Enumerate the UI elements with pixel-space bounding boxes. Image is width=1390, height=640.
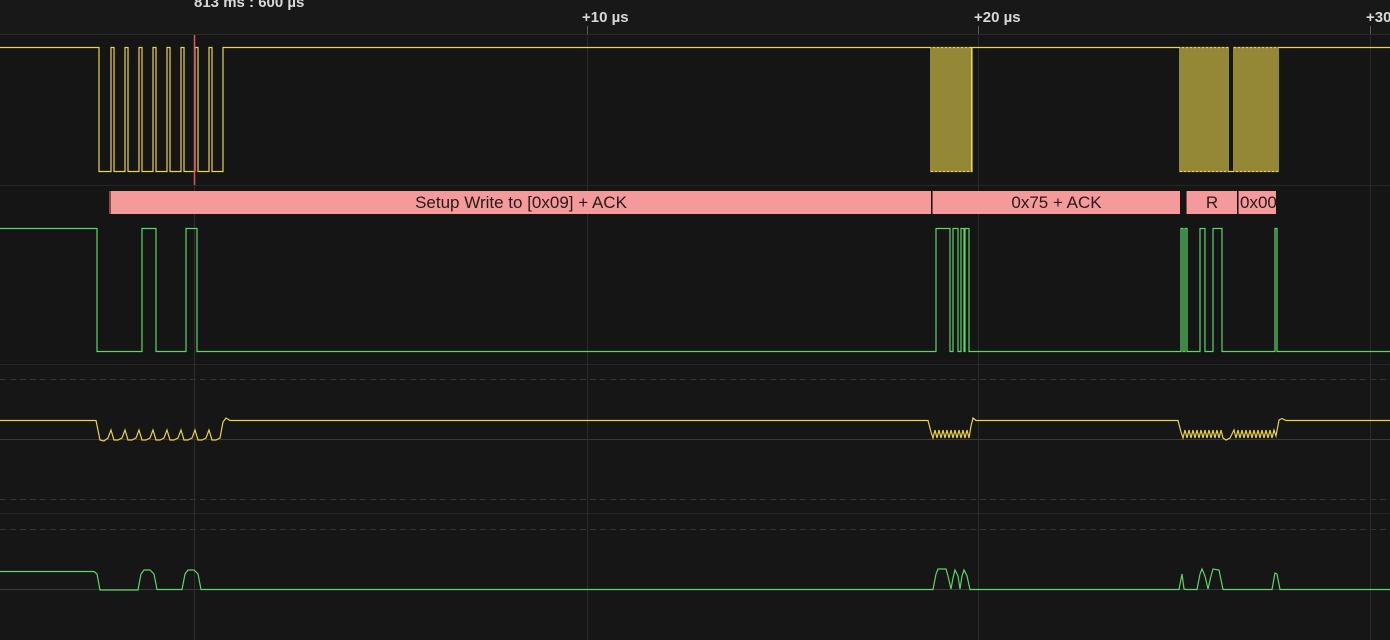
- i2c-frame-data-write[interactable]: 0x75 + ACK: [932, 191, 1180, 214]
- waveform-canvas[interactable]: [0, 0, 1390, 640]
- i2c-frame-read[interactable]: R: [1186, 191, 1237, 214]
- i2c-frame-setup-write[interactable]: Setup Write to [0x09] + ACK: [109, 191, 931, 214]
- logic-analyzer-view: 813 ms : 600 µs +10 µs +20 µs +30 Setup …: [0, 0, 1390, 640]
- i2c-frame-data-read[interactable]: 0x00: [1238, 191, 1276, 214]
